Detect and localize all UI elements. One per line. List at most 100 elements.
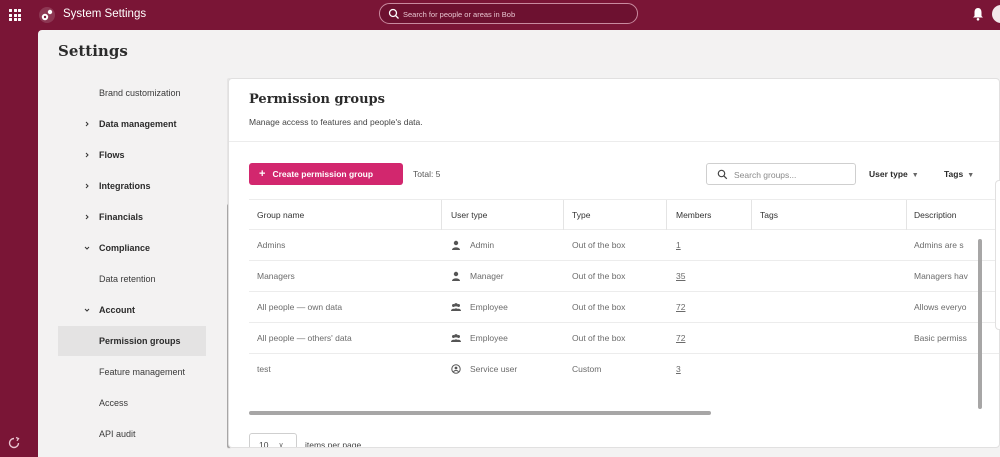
table-row[interactable]: All people — own data Employee Out of th… — [249, 292, 999, 323]
cell-group-name[interactable]: All people — others' data — [257, 323, 437, 353]
app-title: System Settings — [63, 8, 147, 20]
user-type-label: Employee — [470, 333, 508, 343]
person-icon — [452, 240, 460, 250]
group-search-input[interactable] — [734, 167, 852, 182]
sidebar-item-label: Data management — [99, 119, 177, 129]
sidebar-item-data-retention[interactable]: Data retention — [58, 264, 206, 294]
cell-group-name[interactable]: Admins — [257, 230, 437, 260]
cell-tags — [760, 323, 900, 353]
search-icon — [388, 8, 399, 19]
sidebar-item-label: Permission groups — [99, 336, 181, 346]
create-permission-group-button[interactable]: + Create permission group — [249, 163, 403, 185]
cell-type: Out of the box — [572, 271, 626, 281]
cell-description: Allows everyo — [914, 302, 967, 312]
user-type-filter[interactable]: User type ▼ — [869, 169, 919, 179]
table-row[interactable]: Admins Admin Out of the box 1 Admins are… — [249, 230, 999, 261]
card-subtitle: Manage access to features and people's d… — [249, 117, 423, 127]
tags-filter[interactable]: Tags ▼ — [944, 169, 974, 179]
column-header-members[interactable]: Members — [676, 200, 746, 230]
sidebar-item-account[interactable]: Account — [58, 295, 206, 325]
table-vertical-scrollbar[interactable] — [978, 239, 982, 409]
side-popover-edge — [995, 180, 1000, 330]
chevron-down-icon: ∨ — [278, 442, 284, 448]
chevron-down-icon — [84, 308, 90, 312]
sidebar-item-label: API audit — [99, 429, 136, 439]
page-size-value: 10 — [259, 440, 269, 448]
sidebar-item-label: Financials — [99, 212, 144, 222]
cell-group-name[interactable]: Managers — [257, 261, 437, 291]
cell-members-link[interactable]: 72 — [676, 323, 746, 353]
people-group-icon — [451, 334, 461, 342]
column-divider — [906, 200, 907, 230]
global-search[interactable] — [379, 3, 638, 24]
sidebar-item-api-audit[interactable]: API audit — [58, 419, 206, 449]
column-header-user-type[interactable]: User type — [451, 200, 561, 230]
table-row[interactable]: Managers Manager Out of the box 35 Manag… — [249, 261, 999, 292]
people-group-icon — [451, 303, 461, 311]
sidebar-item-label: Data retention — [99, 274, 156, 284]
column-header-description[interactable]: Description — [914, 200, 984, 230]
chevron-right-icon — [85, 214, 89, 220]
table-horizontal-scrollbar[interactable] — [249, 411, 711, 415]
settings-logo-icon — [39, 7, 55, 23]
sidebar-item-feature-management[interactable]: Feature management — [58, 357, 206, 387]
sidebar-item-flows[interactable]: Flows — [58, 140, 206, 170]
page-size-select[interactable]: 10 ∨ — [249, 433, 297, 448]
total-count: Total: 5 — [413, 169, 441, 179]
cell-members-link[interactable]: 3 — [676, 354, 746, 384]
chevron-right-icon — [85, 152, 89, 158]
sidebar-item-integrations[interactable]: Integrations — [58, 171, 206, 201]
user-type-label: Employee — [470, 302, 508, 312]
cell-group-name[interactable]: test — [257, 354, 437, 384]
sidebar-item-access[interactable]: Access — [58, 388, 206, 418]
permission-groups-card: Permission groups Manage access to featu… — [228, 78, 1000, 448]
cell-user-type: Manager — [451, 261, 561, 291]
chevron-down-icon: ▼ — [967, 172, 975, 179]
cell-description — [914, 354, 981, 384]
sidebar-item-label: Access — [99, 398, 129, 408]
filter-label: User type — [869, 169, 908, 179]
column-divider — [441, 200, 442, 230]
chevron-right-icon — [85, 121, 89, 127]
cell-group-name[interactable]: All people — own data — [257, 292, 437, 322]
table-row[interactable]: All people — others' data Employee Out o… — [249, 323, 999, 354]
column-header-group-name[interactable]: Group name — [257, 200, 437, 230]
card-title: Permission groups — [249, 92, 385, 107]
service-user-icon — [451, 364, 461, 374]
global-search-input[interactable] — [403, 6, 628, 22]
column-divider — [751, 200, 752, 230]
column-header-tags[interactable]: Tags — [760, 200, 900, 230]
sidebar-item-data-management[interactable]: Data management — [58, 109, 206, 139]
cell-members-link[interactable]: 72 — [676, 292, 746, 322]
app-grid-icon[interactable] — [9, 9, 21, 21]
user-type-label: Manager — [470, 271, 504, 281]
divider — [229, 141, 999, 142]
column-divider — [666, 200, 667, 230]
sidebar-item-compliance[interactable]: Compliance — [58, 233, 206, 263]
page-title: Settings — [58, 42, 128, 60]
settings-panel: Settings Brand customization Data manage… — [38, 30, 1000, 457]
cell-user-type: Service user — [451, 354, 561, 384]
cell-members-link[interactable]: 35 — [676, 261, 746, 291]
sidebar-item-label: Flows — [99, 150, 125, 160]
cell-members-link[interactable]: 1 — [676, 230, 746, 260]
notifications-bell-icon[interactable] — [972, 7, 984, 21]
person-icon — [452, 271, 460, 281]
user-avatar[interactable] — [992, 5, 1000, 23]
sidebar-item-permission-groups[interactable]: Permission groups — [58, 326, 206, 356]
cell-tags — [760, 261, 900, 291]
sidebar-item-label: Integrations — [99, 181, 151, 191]
cell-type: Out of the box — [572, 240, 626, 250]
user-type-label: Admin — [470, 240, 495, 250]
sidebar-item-financials[interactable]: Financials — [58, 202, 206, 232]
cell-user-type: Employee — [451, 292, 561, 322]
group-search[interactable] — [706, 163, 856, 185]
whats-new-icon[interactable] — [7, 436, 21, 450]
top-bar: System Settings — [0, 0, 1000, 30]
column-header-type[interactable]: Type — [572, 200, 662, 230]
sidebar-item-brand-customization[interactable]: Brand customization — [58, 78, 206, 108]
table-row[interactable]: test Service user Custom 3 — [249, 354, 999, 385]
plus-icon: + — [259, 168, 266, 180]
cell-tags — [760, 292, 900, 322]
column-divider — [563, 200, 564, 230]
